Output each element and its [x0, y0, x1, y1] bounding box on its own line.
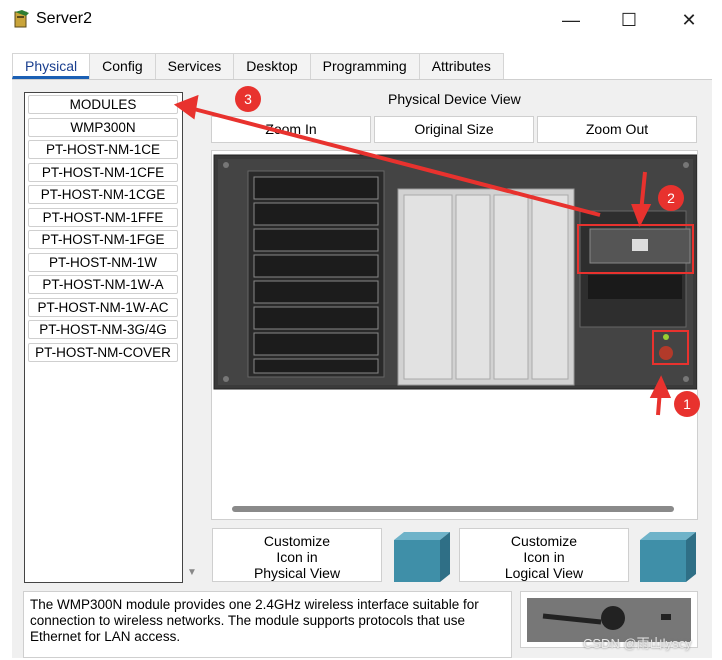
- customize-label: Customize: [263, 533, 331, 549]
- customize-logical-button[interactable]: Customize Icon in Logical View: [459, 528, 629, 582]
- customize-label: Customize: [510, 533, 578, 549]
- physical-cube-icon: [394, 532, 450, 582]
- physical-view-label: Physical View: [253, 565, 341, 581]
- customize-physical-button[interactable]: Customize Icon in Physical View: [212, 528, 382, 582]
- module-description: The WMP300N module provides one 2.4GHz w…: [23, 591, 512, 658]
- icon-in-label: Icon in: [523, 549, 565, 565]
- logical-view-label: Logical View: [504, 565, 584, 581]
- logical-cube-icon: [640, 532, 696, 582]
- icon-in-label: Icon in: [276, 549, 318, 565]
- watermark: CSDN @雨山lyscy: [583, 636, 692, 651]
